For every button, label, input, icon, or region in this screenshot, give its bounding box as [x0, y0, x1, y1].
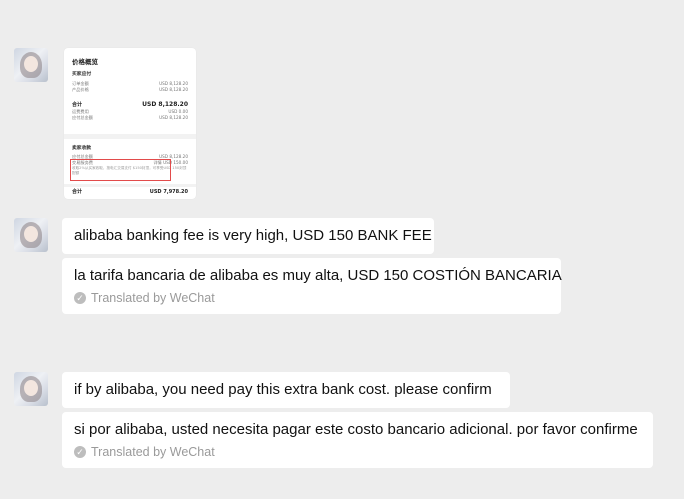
check-circle-icon: ✓: [74, 446, 86, 458]
divider: [64, 134, 196, 139]
section-heading: 买家应付: [72, 72, 92, 77]
translated-by-text: Translated by WeChat: [91, 445, 215, 459]
message-text: if by alibaba, you need pay this extra b…: [74, 381, 492, 398]
highlight-box: [70, 159, 171, 181]
avatar[interactable]: [14, 48, 48, 82]
message-bubble[interactable]: if by alibaba, you need pay this extra b…: [62, 372, 510, 408]
translated-by-text: Translated by WeChat: [91, 291, 215, 305]
translated-by-label: ✓ Translated by WeChat: [74, 444, 642, 460]
fee-row: 产品价格 USD 8,128.20: [72, 87, 188, 92]
fee-total-row: 合计 USD 7,978.20: [72, 189, 188, 195]
translation-text: la tarifa bancaria de alibaba es muy alt…: [74, 267, 562, 284]
fee-row: 应付总金额 USD 8,128.20: [72, 115, 188, 120]
divider: [64, 184, 196, 187]
section-heading: 卖家收款: [72, 146, 92, 151]
translation-bubble[interactable]: la tarifa bancaria de alibaba es muy alt…: [62, 258, 562, 314]
image-message-fee-breakdown[interactable]: 价格概览 买家应付 订单金额 USD 8,128.20 产品价格 USD 8,128…: [64, 48, 196, 199]
translation-text: si por alibaba, usted necesita pagar est…: [74, 421, 638, 438]
message-text: alibaba banking fee is very high, USD 15…: [74, 227, 432, 244]
avatar[interactable]: [14, 218, 48, 252]
check-circle-icon: ✓: [74, 292, 86, 304]
fee-title: 价格概览: [72, 58, 98, 66]
fee-total-row: 合计 USD 8,128.20: [72, 101, 188, 108]
message-bubble[interactable]: alibaba banking fee is very high, USD 15…: [62, 218, 434, 254]
translation-bubble[interactable]: si por alibaba, usted necesita pagar est…: [62, 412, 653, 468]
avatar[interactable]: [14, 372, 48, 406]
translated-by-label: ✓ Translated by WeChat: [74, 290, 550, 306]
